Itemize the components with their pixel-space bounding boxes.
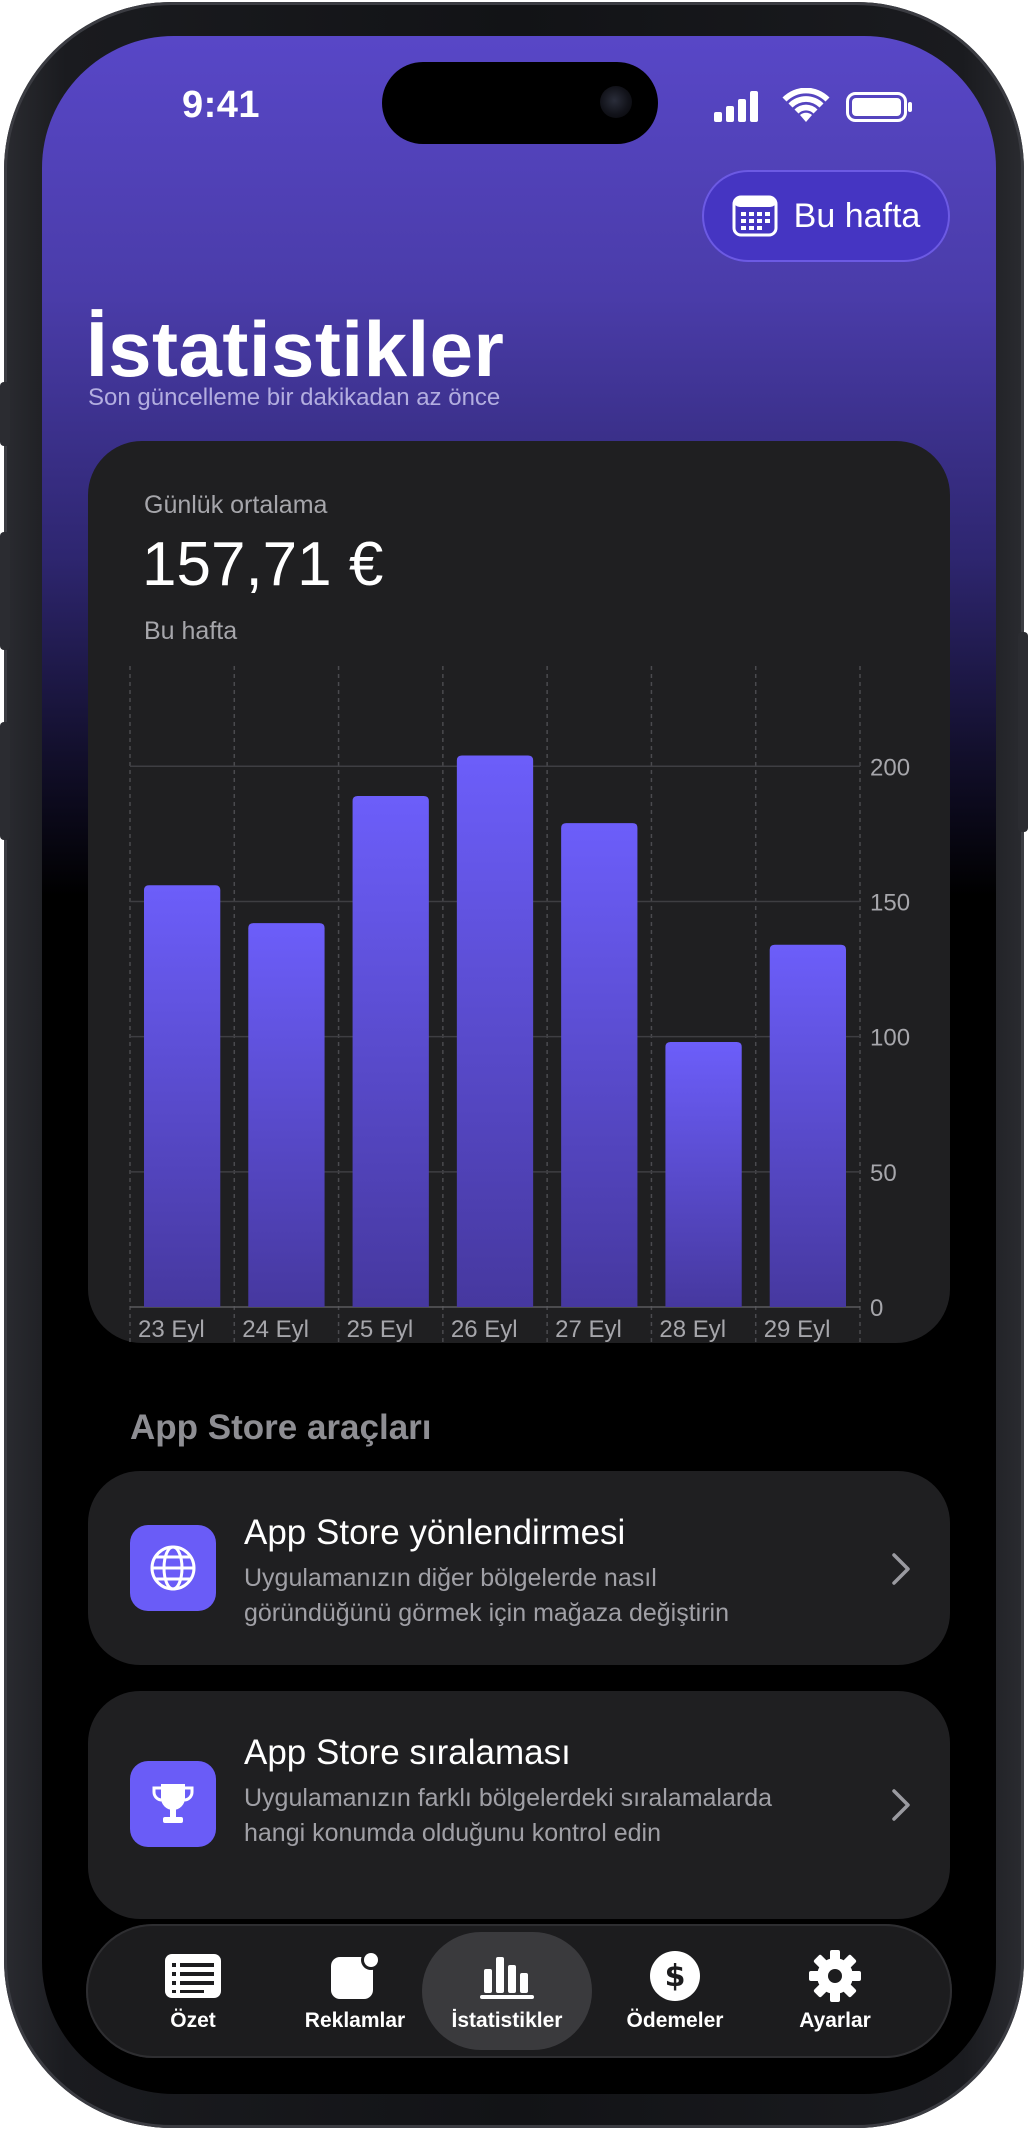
tab-label: Ödemeler: [626, 2009, 724, 2032]
volume-up-button: [0, 532, 10, 650]
chart-y-tick-label: 150: [870, 889, 910, 916]
page-title: İstatistikler: [86, 305, 505, 393]
tab-label: Reklamlar: [304, 2009, 406, 2032]
tab-ozet[interactable]: Özet: [108, 1932, 278, 2050]
wifi-icon: [782, 88, 830, 122]
tool-card-app-store-ranking[interactable]: App Store sıralaması Uygulamanızın farkl…: [88, 1691, 950, 1919]
period-button-label: Bu hafta: [793, 196, 921, 235]
tab-label: Özet: [170, 2009, 216, 2032]
chart-bar: [248, 923, 325, 1307]
volume-down-button: [0, 722, 10, 840]
tab-label: Ayarlar: [799, 2009, 871, 2032]
chart-bar: [561, 823, 638, 1307]
svg-text:$: $: [665, 1959, 686, 1994]
chart-y-tick-label: 0: [870, 1295, 883, 1322]
globe-icon: [130, 1525, 216, 1611]
chart-bar: [769, 944, 846, 1307]
stats-card: Günlük ortalama 157,71 € Bu hafta 0 50 100…: [88, 441, 950, 1343]
tools-section-title: App Store araçları: [130, 1408, 432, 1447]
status-icons: [714, 88, 912, 122]
ads-badge-icon: [331, 1951, 381, 1999]
tab-odemeler[interactable]: $ Ödemeler: [590, 1932, 760, 2050]
tool-title: App Store sıralaması: [244, 1733, 571, 1772]
chart-x-tick-label: 27 Eyl: [555, 1316, 622, 1343]
chart-y-tick-label: 50: [870, 1160, 897, 1187]
chart-x-tick-label: 26 Eyl: [451, 1316, 518, 1343]
cellular-signal-icon: [714, 91, 758, 122]
tool-description: Uygulamanızın farklı bölgelerdeki sırala…: [244, 1784, 773, 1847]
chart-x-tick-label: 23 Eyl: [138, 1316, 205, 1343]
power-button: [1018, 632, 1028, 832]
chart-y-tick-label: 100: [870, 1025, 910, 1052]
chevron-right-icon: [892, 1789, 910, 1821]
phone-frame: 9:41 Bu hafta İstatistikler Son güncelle…: [0, 2, 1028, 2128]
battery-icon: [846, 92, 912, 122]
action-button: [0, 382, 10, 446]
dynamic-island: [382, 62, 658, 144]
page-subtitle: Son güncelleme bir dakikadan az önce: [88, 384, 501, 411]
chart-x-tick-label: 29 Eyl: [764, 1316, 831, 1343]
bar-chart-icon: [480, 1957, 534, 1999]
tab-reklamlar[interactable]: Reklamlar: [270, 1932, 440, 2050]
chart-x-tick-label: 24 Eyl: [242, 1316, 309, 1343]
chart-x-tick-label: 28 Eyl: [659, 1316, 726, 1343]
gear-icon: [809, 1950, 861, 2002]
tool-description: Uygulamanızın diğer bölgelerde nasıl gör…: [244, 1564, 730, 1627]
tab-label: İstatistikler: [451, 2009, 563, 2032]
chart-bar: [665, 1042, 742, 1307]
chart-bar: [144, 885, 221, 1307]
tab-ayarlar[interactable]: Ayarlar: [750, 1932, 920, 2050]
tool-title: App Store yönlendirmesi: [244, 1513, 626, 1552]
chart-bar: [456, 755, 534, 1307]
screen: 9:41 Bu hafta İstatistikler Son güncelle…: [42, 36, 996, 2094]
status-time: 9:41: [182, 84, 261, 126]
tool-card-app-store-redirect[interactable]: App Store yönlendirmesi Uygulamanızın di…: [88, 1471, 950, 1665]
tab-bar: Özet Reklamlar İstatistikler $ Ödemeler …: [86, 1924, 952, 2058]
period-button[interactable]: Bu hafta: [702, 170, 950, 262]
chart-bar: [352, 796, 429, 1307]
bar-chart[interactable]: 0 50 100 150 200 23 Eyl 24 Eyl 25 Eyl 26 Eyl 27 E…: [88, 441, 950, 1343]
chart-x-tick-label: 25 Eyl: [347, 1316, 414, 1343]
list-icon: [165, 1954, 221, 1998]
trophy-icon: [130, 1761, 216, 1847]
chevron-right-icon: [892, 1553, 910, 1585]
calendar-icon: [732, 195, 778, 237]
chart-y-tick-label: 200: [870, 754, 910, 781]
tab-istatistikler[interactable]: İstatistikler: [422, 1932, 592, 2050]
dollar-icon: $: [650, 1951, 700, 2001]
camera-icon: [600, 86, 632, 118]
